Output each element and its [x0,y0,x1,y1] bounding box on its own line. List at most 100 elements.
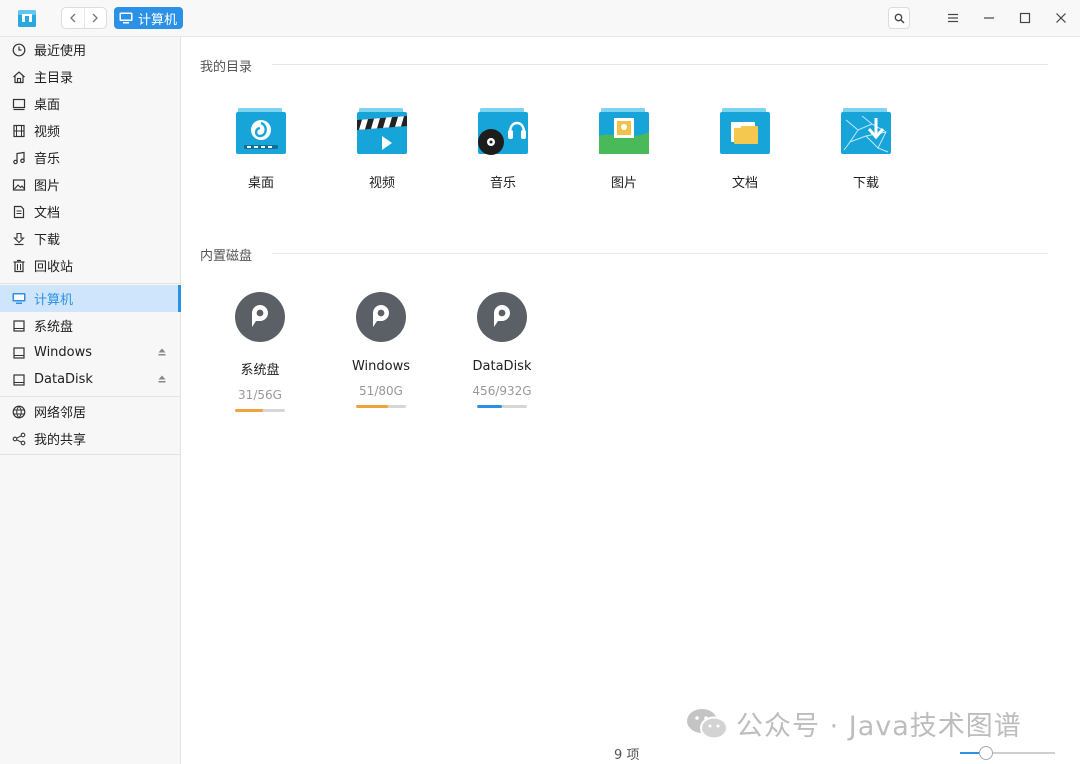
computer-icon [119,12,133,24]
dir-tile-documents[interactable]: 文档 [695,106,795,191]
computer-icon [11,291,26,306]
dir-label: 文档 [731,176,758,191]
forward-button[interactable] [83,8,107,28]
sidebar-item-windows[interactable]: Windows [0,339,181,366]
wechat-watermark: 公众号 · Java技术图谱 [686,704,1022,743]
disk-tile-system[interactable]: 系统盘 31/56G [210,291,310,412]
zoom-slider[interactable] [960,746,1055,760]
disk-usage-bar [235,409,285,412]
section-title-directories: 我的目录 [200,60,253,75]
back-button[interactable] [62,8,84,28]
disk-icon [11,345,26,360]
sidebar-divider [0,396,181,397]
disk-usage-text: 51/80G [359,384,403,398]
file-manager-logo-icon [18,10,36,27]
home-icon [11,69,26,84]
maximize-icon [1019,12,1031,24]
sidebar-item-computer[interactable]: 计算机 [0,285,181,312]
music-folder-icon [478,108,528,155]
maximize-button[interactable] [1014,7,1036,29]
sidebar-item-trash[interactable]: 回收站 [0,252,181,279]
sidebar-item-label: 视频 [34,125,61,140]
section-divider [272,64,1048,65]
history-nav [61,7,107,29]
search-button[interactable] [888,7,910,29]
sidebar-item-network[interactable]: 网络邻居 [0,398,181,425]
sidebar-item-recent[interactable]: 最近使用 [0,36,181,63]
eject-icon[interactable] [157,347,167,357]
sidebar-item-system-disk[interactable]: 系统盘 [0,312,181,339]
sidebar-divider [0,454,181,455]
sidebar-item-label: DataDisk [34,372,93,387]
disk-usage-text: 31/56G [238,388,282,402]
sidebar-item-label: 文档 [34,206,61,221]
sidebar-item-label: 网络邻居 [34,406,87,421]
sidebar-item-label: 下载 [34,233,61,248]
trash-icon [11,258,26,273]
close-button[interactable] [1050,7,1072,29]
desktop-folder-icon [236,108,286,154]
disk-icon [11,372,26,387]
menu-icon [948,13,958,23]
picture-folder-icon [599,108,649,154]
hard-disk-icon [235,292,285,342]
wechat-icon [687,708,728,739]
desktop-icon [11,96,26,111]
sidebar: 最近使用 主目录 桌面 视频 音乐 图片 文档 下载 回收站 计算机 系统盘 W… [0,37,181,764]
search-icon [894,13,904,23]
dir-label: 下载 [852,176,879,191]
dir-tile-desktop[interactable]: 桌面 [211,106,311,191]
sidebar-item-label: 系统盘 [34,320,74,335]
minimize-button[interactable] [978,7,1000,29]
sidebar-item-downloads[interactable]: 下载 [0,225,181,252]
sidebar-item-label: 我的共享 [34,433,87,448]
dir-label: 音乐 [489,176,516,191]
disk-tile-windows[interactable]: Windows 51/80G [331,291,431,408]
disk-usage-fill [235,409,263,412]
disk-label: 系统盘 [240,363,280,378]
close-icon [1056,13,1066,23]
dir-tile-pictures[interactable]: 图片 [574,106,674,191]
sidebar-item-label: 主目录 [34,71,74,86]
document-icon [11,204,26,219]
eject-icon[interactable] [157,374,167,384]
sidebar-item-videos[interactable]: 视频 [0,117,181,144]
hard-disk-icon [477,292,527,342]
disk-usage-fill [477,405,502,408]
sidebar-item-desktop[interactable]: 桌面 [0,90,181,117]
sidebar-item-label: 音乐 [34,152,61,167]
minimize-icon [984,17,994,19]
disk-usage-bar [477,405,527,408]
network-icon [11,404,26,419]
dir-tile-music[interactable]: 音乐 [453,106,553,191]
chevron-left-icon [69,13,76,23]
video-folder-icon [357,108,407,154]
sidebar-item-home[interactable]: 主目录 [0,63,181,90]
sidebar-item-label: 图片 [34,179,61,194]
breadcrumb-label: 计算机 [138,12,178,28]
music-icon [11,150,26,165]
disk-label: Windows [351,359,411,374]
sidebar-item-label: Windows [34,345,93,360]
disk-tile-datadisk[interactable]: DataDisk 456/932G [452,291,552,408]
sidebar-item-datadisk[interactable]: DataDisk [0,366,181,393]
section-divider [272,253,1048,254]
sidebar-item-music[interactable]: 音乐 [0,144,181,171]
disk-usage-text: 456/932G [472,384,532,398]
dir-label: 图片 [610,176,637,191]
sidebar-item-documents[interactable]: 文档 [0,198,181,225]
disk-icon [11,318,26,333]
dir-label: 桌面 [247,176,274,191]
hard-disk-icon [356,292,406,342]
breadcrumb-computer[interactable]: 计算机 [114,7,184,29]
dir-tile-videos[interactable]: 视频 [332,106,432,191]
sidebar-item-pictures[interactable]: 图片 [0,171,181,198]
sidebar-item-label: 回收站 [34,260,74,275]
picture-icon [11,177,26,192]
zoom-slider-handle[interactable] [978,746,993,760]
dir-label: 视频 [368,176,395,191]
menu-button[interactable] [942,7,964,29]
dir-tile-downloads[interactable]: 下载 [816,106,916,191]
sidebar-item-shares[interactable]: 我的共享 [0,425,181,452]
download-icon [11,231,26,246]
